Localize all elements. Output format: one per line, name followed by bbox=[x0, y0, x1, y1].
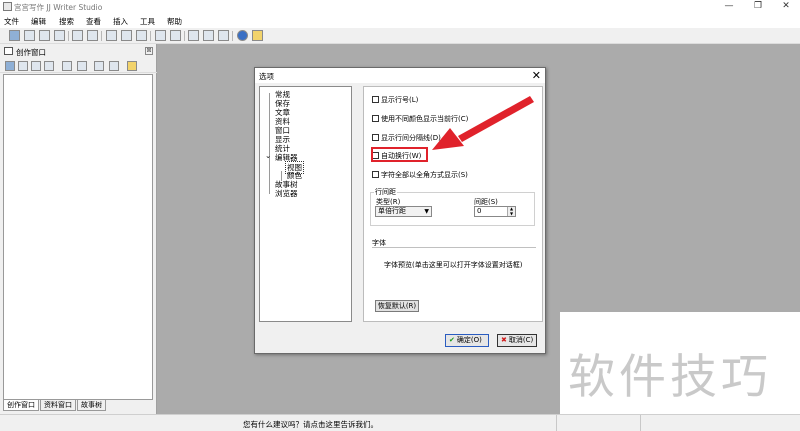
red-arrow-annotation bbox=[432, 96, 534, 150]
